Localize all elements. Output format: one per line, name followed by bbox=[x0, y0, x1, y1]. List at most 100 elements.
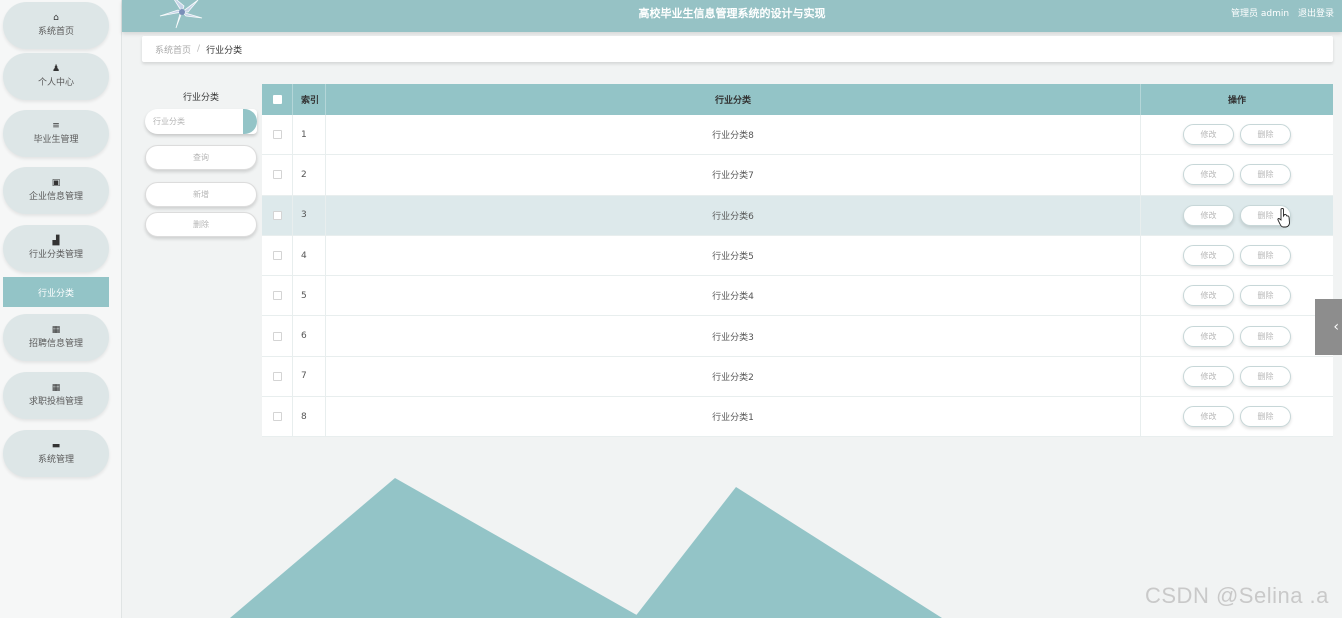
sidebar-item-profile[interactable]: ♟ 个人中心 bbox=[3, 53, 109, 100]
sidebar-item-label: 系统管理 bbox=[37, 455, 74, 465]
delete-button[interactable]: 删除 bbox=[1240, 285, 1291, 307]
row-checkbox[interactable] bbox=[272, 210, 282, 220]
monitor-icon: ▬ bbox=[51, 441, 61, 451]
row-operations: 修改 删除 bbox=[1141, 115, 1333, 154]
row-industry-name: 行业分类4 bbox=[326, 276, 1141, 316]
top-header: 高校毕业生信息管理系统的设计与实现 管理员 admin 退出登录 bbox=[122, 0, 1342, 32]
list-icon: ≡ bbox=[52, 121, 60, 131]
edit-button[interactable]: 修改 bbox=[1183, 245, 1234, 267]
row-checkbox-cell bbox=[262, 155, 293, 195]
header-index: 索引 bbox=[293, 84, 326, 115]
table-row[interactable]: 1 行业分类8 修改 删除 bbox=[262, 115, 1333, 156]
edit-button[interactable]: 修改 bbox=[1183, 365, 1234, 387]
sidebar-item-industry[interactable]: ▟ 行业分类管理 bbox=[3, 225, 109, 272]
row-industry-name: 行业分类2 bbox=[326, 356, 1141, 397]
breadcrumb-home-link[interactable]: 系统首页 bbox=[155, 43, 191, 56]
side-collapse-tab[interactable]: ‹ bbox=[1315, 299, 1342, 355]
industry-table: 索引 行业分类 操作 1 行业分类8 修改 删除 2 行业分类7 修改 删除 3 行业分类6 修改删… bbox=[262, 84, 1333, 438]
sidebar-item-applications[interactable]: ▦ 求职投档管理 bbox=[3, 372, 109, 419]
sidebar-item-system[interactable]: ▬ 系统管理 bbox=[3, 430, 109, 477]
breadcrumb: 系统首页 / 行业分类 bbox=[142, 36, 1333, 62]
logout-link[interactable]: 退出登录 bbox=[1298, 9, 1334, 19]
table-row[interactable]: 4 行业分类5 修改 删除 bbox=[262, 235, 1333, 277]
hand-cursor-icon bbox=[1277, 208, 1290, 228]
delete-button[interactable]: 删除 bbox=[1240, 164, 1291, 186]
table-row[interactable]: 8 行业分类1 修改 删除 bbox=[262, 397, 1333, 438]
row-index: 5 bbox=[293, 276, 326, 316]
row-industry-name: 行业分类3 bbox=[326, 316, 1141, 356]
query-button[interactable]: 查询 bbox=[145, 145, 257, 170]
home-icon: ⌂ bbox=[53, 13, 59, 23]
search-field-label: 行业分类 bbox=[182, 93, 219, 103]
row-operations: 修改 删除 bbox=[1141, 357, 1333, 396]
row-checkbox-cell bbox=[262, 397, 293, 437]
edit-button[interactable]: 修改 bbox=[1183, 406, 1234, 428]
sidebar-subitem-industry-category[interactable]: 行业分类 bbox=[3, 277, 109, 307]
search-input[interactable] bbox=[145, 109, 257, 134]
header-name: 行业分类 bbox=[326, 84, 1141, 115]
row-index: 1 bbox=[293, 115, 326, 155]
sidebar: ⌂ 系统首页 ♟ 个人中心 ≡ 毕业生管理 ▣ 企业信息管理 ▟ 行业分类管理 … bbox=[0, 0, 122, 618]
grid-icon: ▦ bbox=[51, 383, 61, 393]
row-operations: 修改 删除 bbox=[1141, 196, 1333, 235]
row-operations: 修改 删除 bbox=[1141, 276, 1333, 315]
edit-button[interactable]: 修改 bbox=[1183, 285, 1234, 307]
row-checkbox[interactable] bbox=[272, 412, 282, 422]
delete-button[interactable]: 删除 bbox=[1240, 365, 1291, 387]
delete-button[interactable]: 删除 bbox=[1240, 245, 1291, 267]
edit-button[interactable]: 修改 bbox=[1183, 325, 1234, 347]
add-button[interactable]: 新增 bbox=[145, 182, 257, 207]
chevron-left-icon: ‹ bbox=[1333, 319, 1339, 335]
delete-button[interactable]: 删除 bbox=[1240, 124, 1291, 146]
batch-delete-button[interactable]: 删除 bbox=[145, 212, 257, 237]
table-row[interactable]: 5 行业分类4 修改 删除 bbox=[262, 276, 1333, 317]
sidebar-item-label: 求职投档管理 bbox=[28, 397, 83, 407]
mountain-decoration bbox=[230, 478, 942, 618]
sidebar-item-recruitment[interactable]: ▦ 招聘信息管理 bbox=[3, 314, 109, 361]
breadcrumb-separator: / bbox=[197, 44, 201, 54]
table-header: 索引 行业分类 操作 bbox=[262, 84, 1333, 115]
row-checkbox[interactable] bbox=[272, 251, 282, 261]
delete-button[interactable]: 删除 bbox=[1240, 406, 1291, 428]
table-row[interactable]: 7 行业分类2 修改 删除 bbox=[262, 356, 1333, 398]
row-checkbox-cell bbox=[262, 115, 293, 155]
row-checkbox[interactable] bbox=[272, 331, 282, 341]
current-user-label: 管理员 admin bbox=[1231, 9, 1290, 19]
row-checkbox[interactable] bbox=[272, 371, 282, 381]
row-industry-name: 行业分类1 bbox=[326, 397, 1141, 437]
table-row[interactable]: 6 行业分类3 修改 删除 bbox=[262, 316, 1333, 357]
edit-button[interactable]: 修改 bbox=[1183, 204, 1234, 226]
row-industry-name: 行业分类5 bbox=[326, 235, 1141, 276]
row-checkbox-cell bbox=[262, 195, 293, 235]
chart-icon: ▣ bbox=[51, 178, 61, 188]
sidebar-item-label: 招聘信息管理 bbox=[28, 339, 83, 349]
thumb-icon: ▟ bbox=[52, 236, 60, 246]
user-icon: ♟ bbox=[51, 64, 61, 74]
grid-icon: ▦ bbox=[51, 325, 61, 335]
table-body: 1 行业分类8 修改 删除 2 行业分类7 修改 删除 3 行业分类6 修改 删除 4 行业分类5 修改 删除… bbox=[262, 115, 1333, 438]
row-index: 6 bbox=[293, 316, 326, 356]
row-operations: 修改 删除 bbox=[1141, 155, 1333, 194]
sidebar-item-label: 企业信息管理 bbox=[28, 192, 83, 202]
row-checkbox[interactable] bbox=[272, 170, 282, 180]
row-checkbox[interactable] bbox=[272, 291, 282, 301]
sidebar-item-label: 个人中心 bbox=[37, 78, 74, 88]
row-checkbox-cell bbox=[262, 316, 293, 356]
sidebar-item-home[interactable]: ⌂ 系统首页 bbox=[3, 2, 109, 49]
sidebar-item-graduates[interactable]: ≡ 毕业生管理 bbox=[3, 110, 109, 157]
edit-button[interactable]: 修改 bbox=[1183, 164, 1234, 186]
sidebar-item-companies[interactable]: ▣ 企业信息管理 bbox=[3, 167, 109, 214]
watermark: CSDN @Selina .a bbox=[1145, 583, 1329, 608]
table-row[interactable]: 2 行业分类7 修改 删除 bbox=[262, 155, 1333, 196]
table-row[interactable]: 3 行业分类6 修改 删除 bbox=[262, 195, 1333, 236]
select-all-checkbox[interactable] bbox=[272, 95, 282, 104]
row-industry-name: 行业分类7 bbox=[326, 155, 1141, 195]
delete-button[interactable]: 删除 bbox=[1240, 325, 1291, 347]
header-checkbox-cell bbox=[262, 84, 293, 115]
row-checkbox-cell bbox=[262, 276, 293, 316]
row-checkbox[interactable] bbox=[272, 130, 282, 140]
breadcrumb-current: 行业分类 bbox=[206, 45, 243, 56]
sidebar-item-label: 系统首页 bbox=[37, 27, 74, 37]
edit-button[interactable]: 修改 bbox=[1183, 124, 1234, 146]
row-index: 2 bbox=[293, 155, 326, 195]
